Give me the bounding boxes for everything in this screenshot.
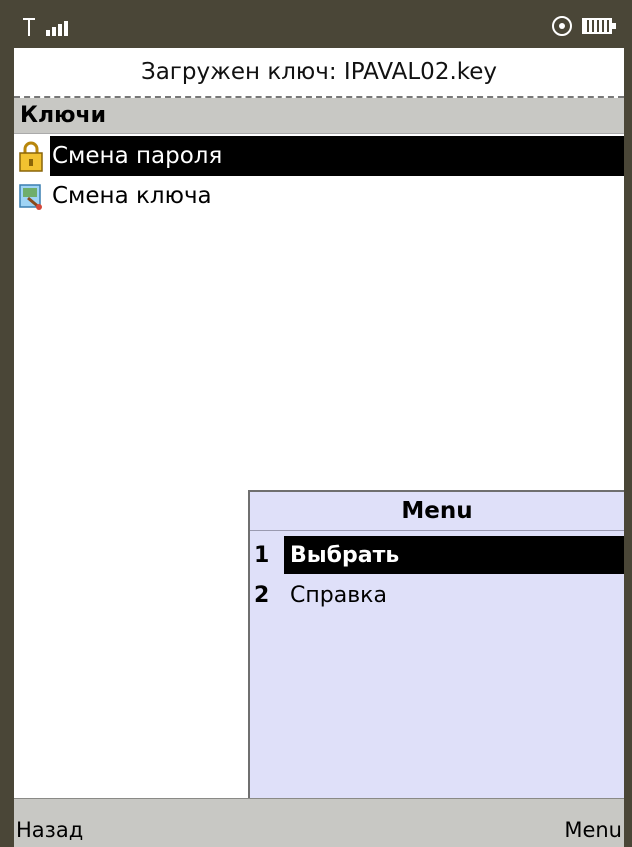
ticker-text: Загружен ключ: IPAVAL02.key [140,59,498,85]
list-item-change-key[interactable]: Смена ключа [14,176,624,216]
menu-item-select[interactable]: 1 Выбрать [250,535,624,575]
device-frame-left [0,0,14,847]
list-item-label: Смена ключа [52,183,212,209]
menu-item-label: Справка [290,582,387,608]
menu-softkey[interactable]: Menu [564,818,622,842]
popup-menu: Menu 1 Выбрать 2 Справка [248,490,624,798]
list-item-change-password[interactable]: Смена пароля [14,136,624,176]
padlock-icon [19,141,43,172]
list-item-label: Смена пароля [50,136,624,176]
gear-icon [552,16,572,36]
menu-item-help[interactable]: 2 Справка [250,575,624,615]
phone-screen: Загружен ключ: IPAVAL02.key Ключи Смена … [0,0,632,847]
popup-menu-title: Menu [250,492,624,531]
signal-antenna-icon [23,18,68,36]
battery-icon [582,18,616,34]
screen-title: Ключи [14,98,624,134]
status-ticker: Загружен ключ: IPAVAL02.key [14,48,624,98]
menu-item-label: Выбрать [284,536,624,574]
menu-item-number: 1 [254,542,270,568]
key-card-icon [19,184,42,210]
keys-list: Смена пароля Смена ключа [14,136,624,216]
softkey-bar: Назад Menu [14,798,624,847]
back-softkey[interactable]: Назад [16,818,83,842]
menu-item-number: 2 [254,582,270,608]
device-frame-right [624,0,632,847]
status-bar [14,0,624,48]
